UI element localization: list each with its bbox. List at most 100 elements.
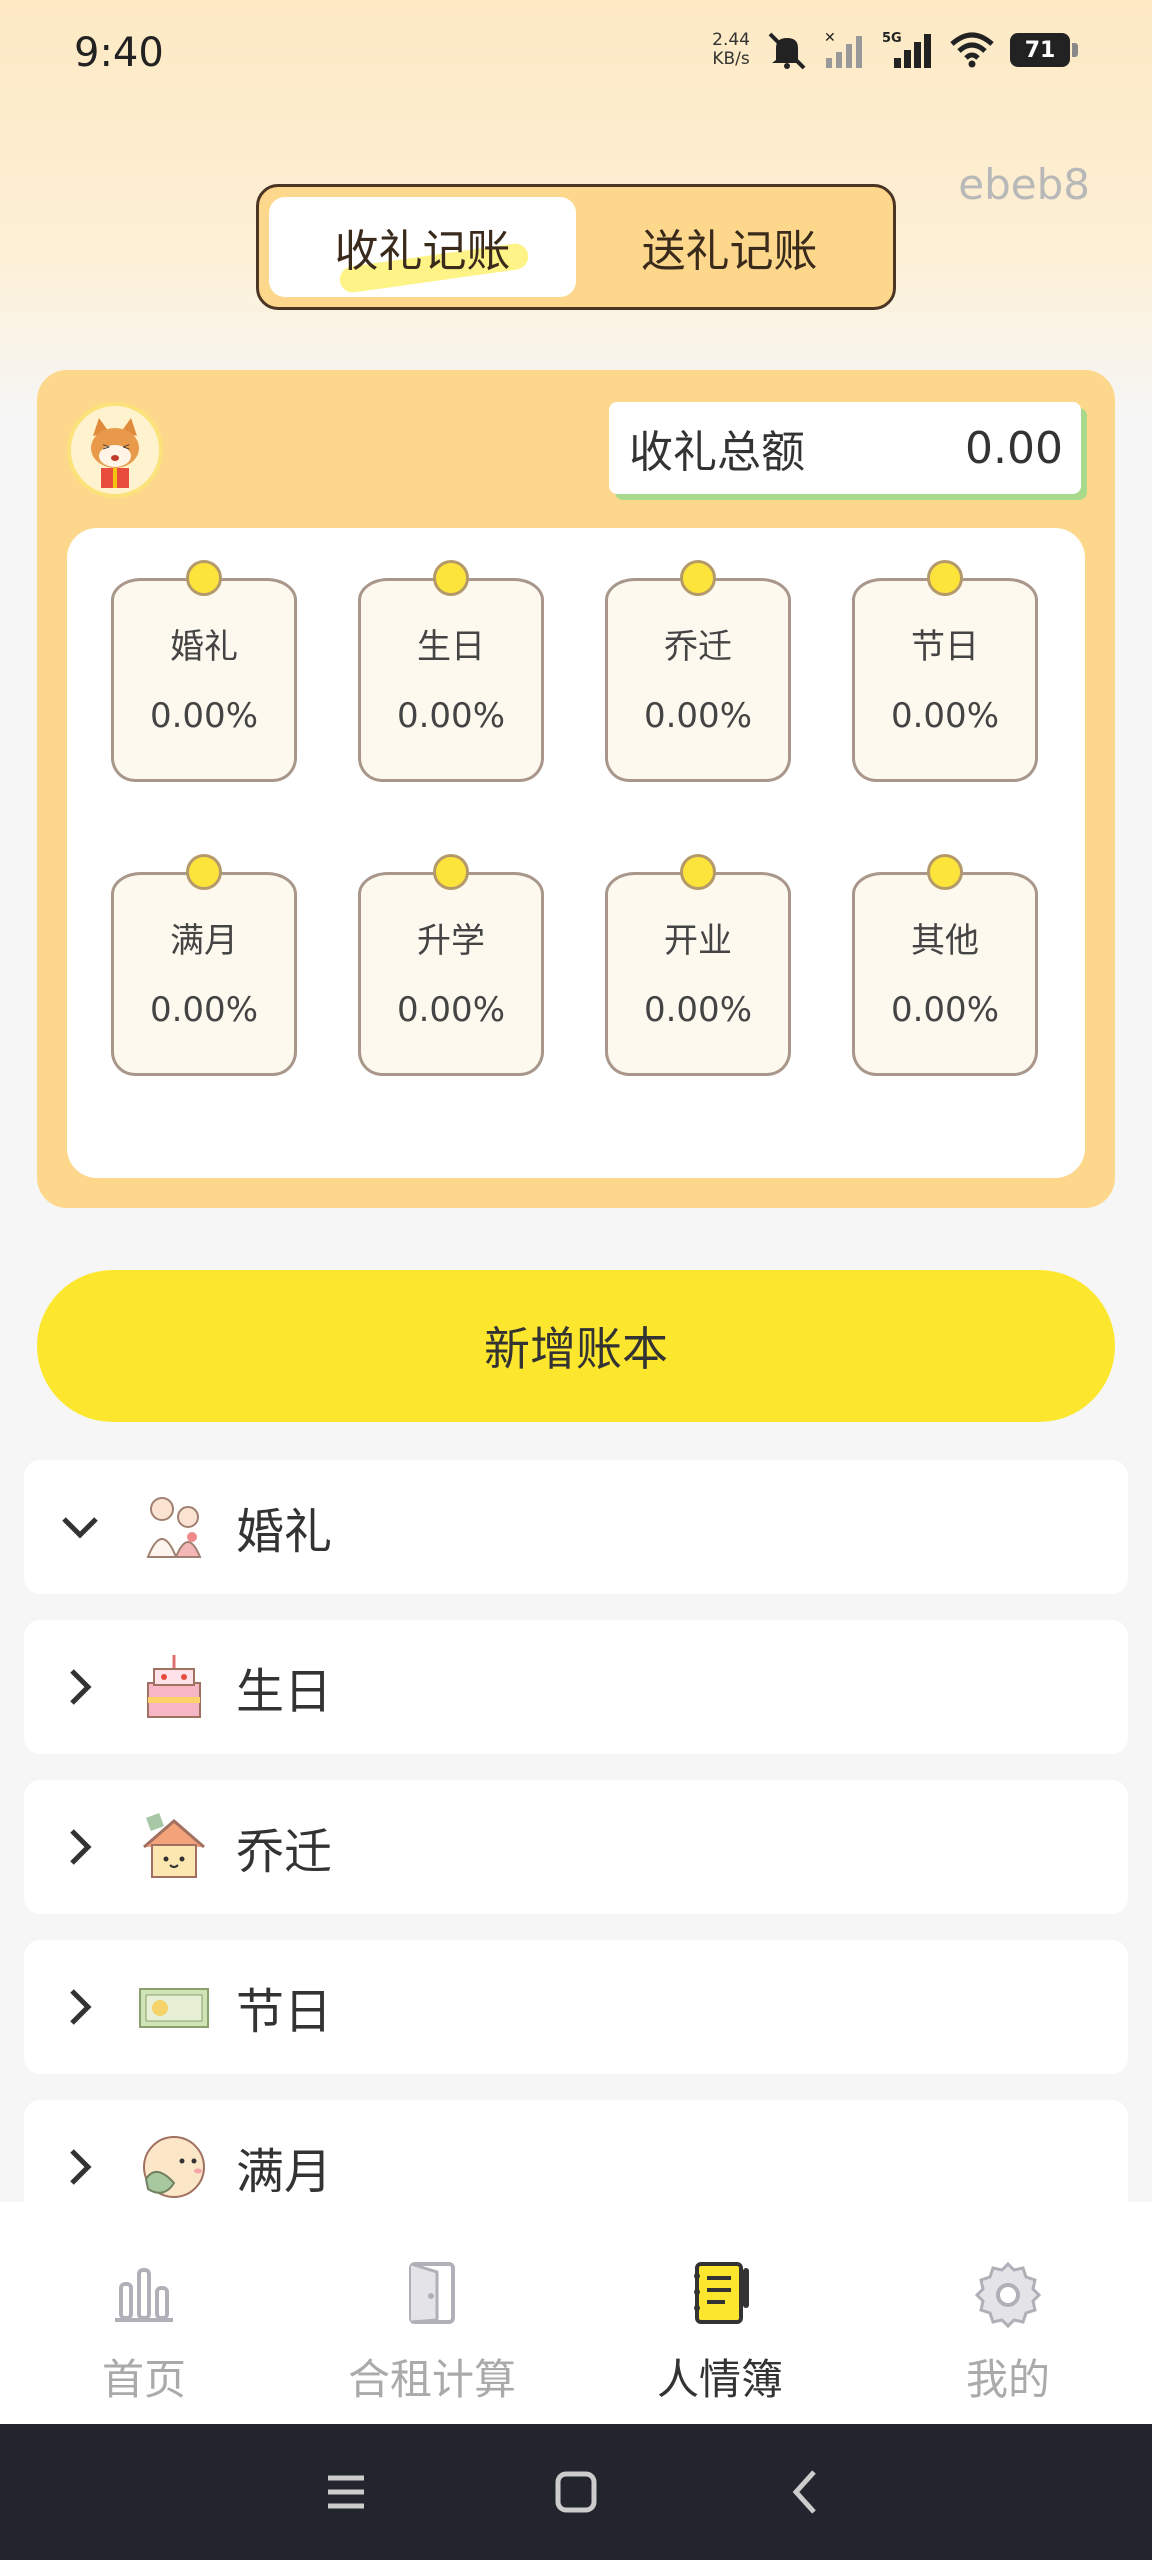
tab-gift-book[interactable]: 人情簿 <box>576 2202 864 2424</box>
total-value: 0.00 <box>965 422 1063 474</box>
category-name: 其他 <box>911 921 979 961</box>
category-tag-full-month: 满月 0.00% <box>111 854 297 1076</box>
bottom-tab-bar: 首页 合租计算 人情簿 我的 <box>0 2202 1152 2424</box>
list-item-festival[interactable]: 节日 <box>24 1940 1128 2074</box>
tab-given-gifts[interactable]: 送礼记账 <box>576 197 883 297</box>
category-name: 乔迁 <box>664 627 732 667</box>
chevron-right-icon <box>70 1829 92 1865</box>
svg-text:>: > <box>102 442 110 453</box>
chevron-right-icon <box>70 1669 92 1705</box>
battery-level: 71 <box>1010 33 1070 67</box>
category-name: 满月 <box>170 921 238 961</box>
pin-icon <box>433 854 469 890</box>
category-tag-housewarming: 乔迁 0.00% <box>605 560 791 782</box>
add-ledger-button[interactable]: 新增账本 <box>37 1270 1115 1422</box>
chevron-down-icon <box>62 1517 98 1539</box>
tab-label: 合租计算 <box>347 2355 516 2404</box>
tab-received-gifts[interactable]: 收礼记账 <box>269 197 576 297</box>
status-bar: 9:40 2.44 KB/s ✕ 5G 71 <box>0 0 1152 110</box>
status-time: 9:40 <box>74 30 164 76</box>
back-icon[interactable] <box>776 2462 836 2522</box>
birthday-cake-icon <box>147 1655 201 1718</box>
door-icon <box>409 2262 455 2324</box>
notebook-icon <box>694 2262 749 2324</box>
wifi-icon <box>950 32 994 68</box>
total-label: 收礼总额 <box>629 427 805 478</box>
category-name: 节日 <box>911 627 979 667</box>
tag-paper: 节日 0.00% <box>852 578 1038 782</box>
list-item-birthday[interactable]: 生日 <box>24 1620 1128 1754</box>
category-name: 婚礼 <box>170 627 238 667</box>
list-item-housewarming[interactable]: 乔迁 <box>24 1780 1128 1914</box>
tag-paper: 乔迁 0.00% <box>605 578 791 782</box>
tab-label: 我的 <box>965 2355 1050 2404</box>
category-tag-school: 升学 0.00% <box>358 854 544 1076</box>
chevron-right-icon <box>70 2149 92 2185</box>
user-tag: ebeb8 <box>958 160 1090 209</box>
signal-off-icon: ✕ <box>824 30 862 68</box>
list-item-full-month[interactable]: 满月 <box>24 2100 1128 2202</box>
tab-home[interactable]: 首页 <box>0 2202 288 2424</box>
svg-text:<: < <box>122 442 130 453</box>
tag-paper: 满月 0.00% <box>111 872 297 1076</box>
category-tag-opening: 开业 0.00% <box>605 854 791 1076</box>
mute-bell-icon <box>768 32 806 70</box>
summary-card: > < 收礼总额 0.00 婚礼 0.00% 生日 0.00% 乔迁 0.00% 节日… <box>37 370 1115 1208</box>
shiba-avatar-icon: > < <box>67 402 163 498</box>
baby-face-icon <box>143 2136 205 2198</box>
home-square-icon[interactable] <box>546 2462 606 2522</box>
category-name: 生日 <box>417 627 485 667</box>
gear-icon <box>974 2261 1042 2328</box>
wedding-couple-icon <box>146 1497 202 1558</box>
category-percent: 0.00% <box>890 990 999 1030</box>
category-percent: 0.00% <box>396 990 505 1030</box>
battery-indicator: 71 <box>1010 33 1078 67</box>
category-tag-wedding: 婚礼 0.00% <box>111 560 297 782</box>
pin-icon <box>680 854 716 890</box>
pin-icon <box>186 854 222 890</box>
category-grid: 婚礼 0.00% 生日 0.00% 乔迁 0.00% 节日 0.00% 满月 0.00% … <box>111 560 1041 1076</box>
tab-label: 送礼记账 <box>641 226 818 277</box>
category-name: 开业 <box>664 921 732 961</box>
category-percent: 0.00% <box>643 696 752 736</box>
pin-icon <box>927 560 963 596</box>
tag-paper: 其他 0.00% <box>852 872 1038 1076</box>
list-item-wedding[interactable]: 婚礼 <box>24 1460 1128 1594</box>
status-icons: 2.44 KB/s ✕ 5G 71 <box>712 30 1078 70</box>
chevron-right-icon <box>70 1989 92 2025</box>
category-percent: 0.00% <box>890 696 999 736</box>
pin-icon <box>433 560 469 596</box>
svg-text:5G: 5G <box>882 31 902 46</box>
list-item-label: 节日 <box>236 1984 333 2040</box>
category-tag-festival: 节日 0.00% <box>852 560 1038 782</box>
pin-icon <box>680 560 716 596</box>
list-item-label: 乔迁 <box>236 1824 333 1880</box>
category-panel: 婚礼 0.00% 生日 0.00% 乔迁 0.00% 节日 0.00% 满月 0.00% … <box>67 528 1085 1178</box>
tag-paper: 生日 0.00% <box>358 578 544 782</box>
tab-shared-rent[interactable]: 合租计算 <box>288 2202 576 2424</box>
pin-icon <box>186 560 222 596</box>
list-item-label: 生日 <box>236 1664 333 1720</box>
tab-mine[interactable]: 我的 <box>864 2202 1152 2424</box>
category-percent: 0.00% <box>396 696 505 736</box>
tab-label: 收礼记账 <box>334 226 511 277</box>
category-name: 升学 <box>417 921 485 961</box>
total-amount-box: 收礼总额 0.00 <box>609 402 1081 494</box>
svg-text:✕: ✕ <box>824 30 836 46</box>
category-percent: 0.00% <box>149 990 258 1030</box>
mode-toggle: 收礼记账 送礼记账 <box>256 184 896 310</box>
festival-envelope-icon <box>139 1988 209 2028</box>
pin-icon <box>927 854 963 890</box>
category-tag-other: 其他 0.00% <box>852 854 1038 1076</box>
category-percent: 0.00% <box>643 990 752 1030</box>
tag-paper: 升学 0.00% <box>358 872 544 1076</box>
menu-icon[interactable] <box>316 2462 376 2522</box>
net-speed: 2.44 KB/s <box>712 30 750 69</box>
system-nav-bar <box>0 2424 1152 2560</box>
ledger-list: 婚礼 生日 乔迁 节日 满月 <box>24 1460 1128 2202</box>
tab-label: 人情簿 <box>656 2355 783 2404</box>
list-item-label: 满月 <box>236 2144 333 2200</box>
bar-chart-icon <box>115 2268 173 2322</box>
tag-paper: 开业 0.00% <box>605 872 791 1076</box>
category-tag-birthday: 生日 0.00% <box>358 560 544 782</box>
